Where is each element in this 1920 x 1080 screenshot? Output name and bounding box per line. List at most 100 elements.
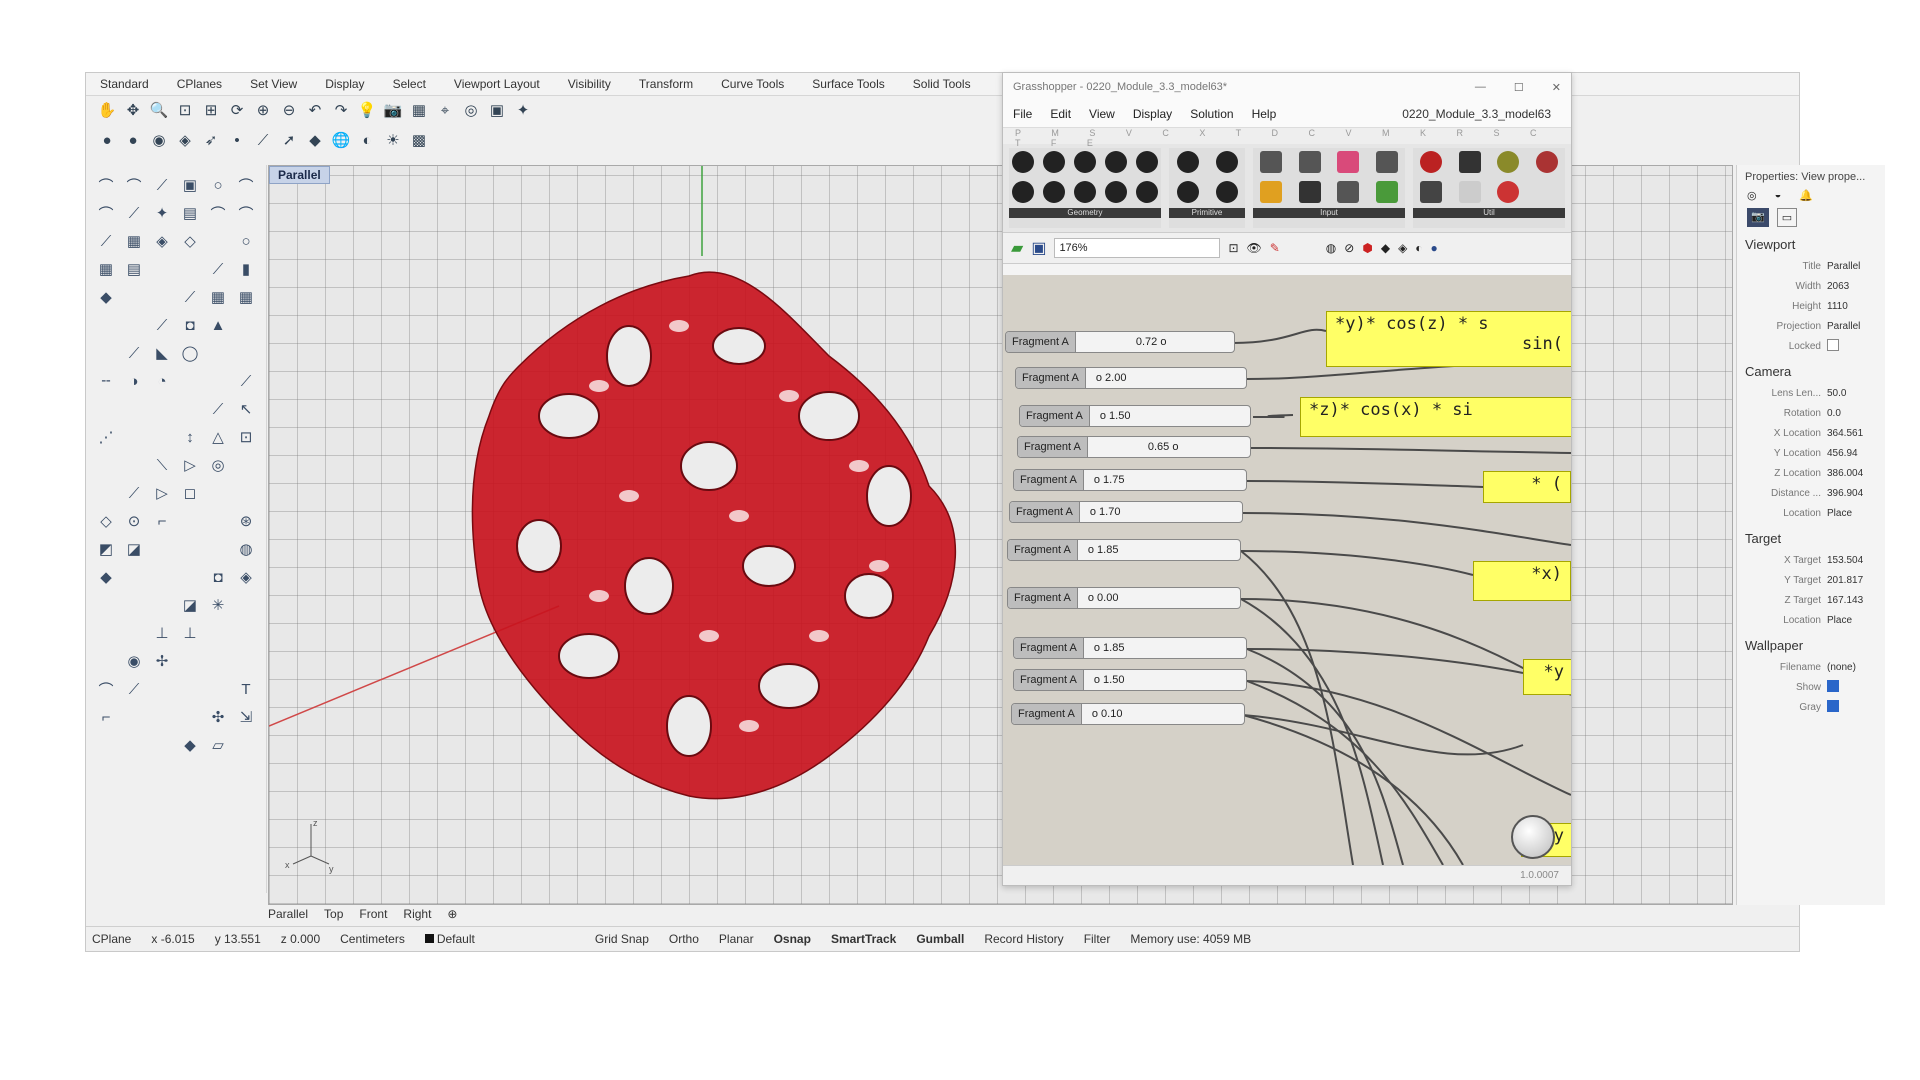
tool-icon[interactable]: ◆ bbox=[92, 563, 120, 591]
props-value[interactable]: 1110 bbox=[1827, 301, 1848, 312]
camera-icon[interactable]: 📷 bbox=[1747, 208, 1769, 227]
tool-icon[interactable]: ⋰ bbox=[92, 423, 120, 451]
tab-transform[interactable]: Transform bbox=[625, 73, 707, 95]
tool-icon[interactable]: ⊛ bbox=[232, 507, 260, 535]
component-icon[interactable] bbox=[1497, 181, 1520, 203]
props-value[interactable]: 396.904 bbox=[1827, 488, 1863, 499]
tool-icon[interactable]: ◇ bbox=[92, 507, 120, 535]
tool-icon[interactable]: ◔ bbox=[148, 367, 176, 395]
props-value[interactable]: 386.004 bbox=[1827, 468, 1863, 479]
add-viewport-icon[interactable]: ⊕ bbox=[447, 907, 457, 921]
target-icon[interactable]: ◎ bbox=[460, 99, 482, 121]
tool-icon[interactable]: ▲ bbox=[204, 311, 232, 339]
component-icon[interactable] bbox=[1497, 151, 1520, 173]
tool-icon[interactable]: ⌒ bbox=[92, 675, 120, 703]
tool-icon[interactable]: ◉ bbox=[120, 647, 148, 675]
zoom-extents-icon[interactable]: ⊡ bbox=[1228, 241, 1238, 255]
tool-icon[interactable]: ▦ bbox=[92, 255, 120, 283]
expression-component[interactable]: *z)* cos(x) * si bbox=[1300, 397, 1571, 437]
component-icon[interactable] bbox=[1260, 151, 1283, 173]
line-icon[interactable]: ⟋ bbox=[252, 129, 274, 151]
props-value[interactable]: 50.0 bbox=[1827, 388, 1846, 399]
close-icon[interactable]: ✕ bbox=[1552, 81, 1561, 94]
tool-icon[interactable]: ◑ bbox=[120, 367, 148, 395]
toggle-record-history[interactable]: Record History bbox=[984, 932, 1063, 946]
tool-icon[interactable]: ◻ bbox=[176, 479, 204, 507]
material-ball-icon[interactable]: ◒ bbox=[1775, 189, 1782, 202]
component-icon[interactable] bbox=[1073, 151, 1096, 173]
tool-icon[interactable]: ⊥ bbox=[176, 619, 204, 647]
number-slider[interactable]: Fragment A o 0.10 bbox=[1011, 703, 1245, 725]
tool-icon[interactable]: ◪ bbox=[120, 535, 148, 563]
preview-shaded-icon[interactable]: ⬢ bbox=[1362, 241, 1372, 255]
props-value[interactable] bbox=[1827, 679, 1839, 695]
component-icon[interactable] bbox=[1375, 151, 1398, 173]
zoom-icon[interactable]: 🔍 bbox=[148, 99, 170, 121]
tool-icon[interactable]: ▦ bbox=[120, 227, 148, 255]
component-icon[interactable] bbox=[1104, 151, 1127, 173]
bell-icon[interactable]: 🔔 bbox=[1799, 189, 1813, 202]
status-cplane[interactable]: CPlane bbox=[92, 932, 131, 946]
component-icon[interactable] bbox=[1298, 181, 1321, 203]
tool-icon[interactable]: ◎ bbox=[204, 451, 232, 479]
viewport-label[interactable]: Parallel bbox=[269, 166, 330, 184]
tab-select[interactable]: Select bbox=[379, 73, 440, 95]
component-icon[interactable] bbox=[1104, 181, 1127, 203]
pointer-icon[interactable]: ➶ bbox=[200, 129, 222, 151]
toggle-gumball[interactable]: Gumball bbox=[916, 932, 964, 946]
tool-icon[interactable]: ▮ bbox=[232, 255, 260, 283]
tool-icon[interactable]: ⌐ bbox=[92, 703, 120, 731]
tool-icon[interactable]: ⇲ bbox=[232, 703, 260, 731]
snap-icon[interactable]: ⌖ bbox=[434, 99, 456, 121]
number-slider[interactable]: Fragment A o 1.85 bbox=[1013, 637, 1247, 659]
zoom-out-icon[interactable]: ⊖ bbox=[278, 99, 300, 121]
checker-icon[interactable]: ▩ bbox=[408, 129, 430, 151]
tool-icon[interactable]: ⌐ bbox=[148, 507, 176, 535]
tool-icon[interactable]: ▷ bbox=[148, 479, 176, 507]
props-value[interactable]: 364.561 bbox=[1827, 428, 1863, 439]
tool-icon[interactable]: ◘ bbox=[204, 563, 232, 591]
tool-icon[interactable]: ✢ bbox=[148, 647, 176, 675]
tab-cplanes[interactable]: CPlanes bbox=[163, 73, 236, 95]
tab-viewport-layout[interactable]: Viewport Layout bbox=[440, 73, 554, 95]
light-icon[interactable]: 💡 bbox=[356, 99, 378, 121]
number-slider[interactable]: Fragment A o 1.50 bbox=[1019, 405, 1251, 427]
toggle-smarttrack[interactable]: SmartTrack bbox=[831, 932, 896, 946]
tool-icon[interactable]: ⌒ bbox=[204, 199, 232, 227]
menu-solution[interactable]: Solution bbox=[1190, 107, 1233, 121]
tool-icon[interactable]: ▤ bbox=[120, 255, 148, 283]
component-icon[interactable] bbox=[1337, 151, 1360, 173]
menu-view[interactable]: View bbox=[1089, 107, 1115, 121]
props-value[interactable]: 201.817 bbox=[1827, 575, 1863, 586]
number-slider[interactable]: Fragment A o 1.50 bbox=[1013, 669, 1247, 691]
preview-wire-icon[interactable]: ◍ bbox=[1326, 241, 1336, 255]
number-slider[interactable]: Fragment A 0.65 o bbox=[1017, 436, 1251, 458]
props-value[interactable]: Parallel bbox=[1827, 321, 1860, 332]
component-icon[interactable] bbox=[1043, 151, 1066, 173]
tool-icon[interactable]: T bbox=[232, 675, 260, 703]
props-value[interactable]: 456.94 bbox=[1827, 448, 1858, 459]
vp-tab-parallel[interactable]: Parallel bbox=[268, 907, 308, 921]
camera-icon[interactable]: 📷 bbox=[382, 99, 404, 121]
component-icon[interactable] bbox=[1073, 181, 1096, 203]
toggle-grid-snap[interactable]: Grid Snap bbox=[595, 932, 649, 946]
status-layer[interactable]: Default bbox=[424, 932, 475, 946]
component-icon[interactable] bbox=[1215, 151, 1238, 173]
component-icon[interactable] bbox=[1176, 181, 1199, 203]
tool-icon[interactable]: ◯ bbox=[176, 339, 204, 367]
menu-edit[interactable]: Edit bbox=[1050, 107, 1071, 121]
tab-solid-tools[interactable]: Solid Tools bbox=[899, 73, 985, 95]
component-icon[interactable] bbox=[1375, 181, 1398, 203]
tool-icon[interactable]: ▦ bbox=[204, 283, 232, 311]
component-icon[interactable] bbox=[1012, 181, 1035, 203]
tool-icon[interactable]: ⟍ bbox=[148, 451, 176, 479]
palette-caption[interactable]: Util bbox=[1413, 208, 1565, 218]
component-icon[interactable] bbox=[1337, 181, 1360, 203]
component-icon[interactable] bbox=[1215, 181, 1238, 203]
props-value[interactable]: (none) bbox=[1827, 662, 1856, 673]
objects-icon[interactable]: ◈ bbox=[174, 129, 196, 151]
tool-icon[interactable]: ◆ bbox=[92, 283, 120, 311]
props-value[interactable]: Place bbox=[1827, 508, 1852, 519]
tool-icon[interactable]: ○ bbox=[232, 227, 260, 255]
tool-icon[interactable]: ⟋ bbox=[120, 479, 148, 507]
